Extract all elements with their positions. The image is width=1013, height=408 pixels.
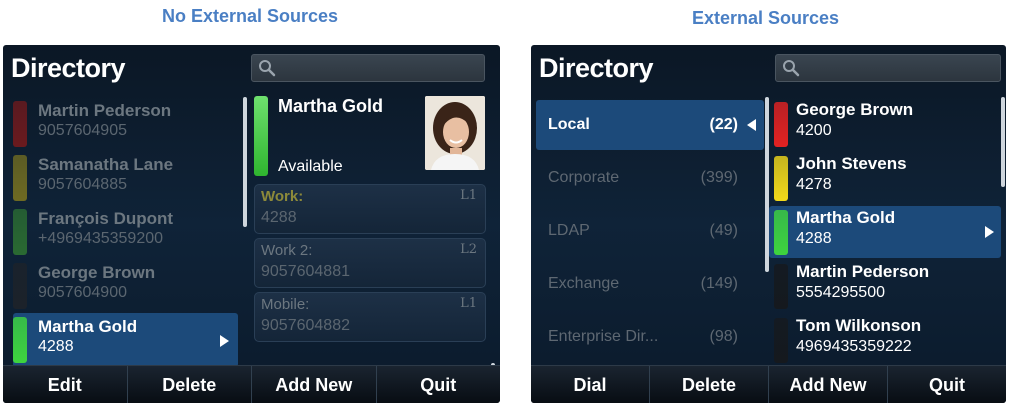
phone-number-card[interactable]: Work 2: L2 9057604881	[254, 238, 486, 288]
presence-indicator	[774, 102, 788, 147]
number-value: 4288	[261, 209, 297, 226]
contact-name: George Brown	[796, 100, 914, 119]
contact-number: 9057604900	[38, 284, 127, 301]
chevron-right-icon	[985, 226, 994, 238]
contact-number: 5554295500	[796, 284, 885, 301]
contact-number: +4969435359200	[38, 230, 164, 247]
presence-indicator	[13, 317, 27, 363]
presence-indicator	[13, 263, 27, 309]
softkey-quit[interactable]: Quit	[377, 366, 501, 403]
source-item[interactable]: LDAP (49)	[536, 206, 764, 256]
caption-no-external-sources: No External Sources	[161, 6, 339, 26]
page-title: Directory	[539, 53, 654, 83]
softkey-delete[interactable]: Delete	[650, 366, 769, 403]
source-item[interactable]: Local (22)	[536, 100, 764, 150]
presence-indicator	[13, 101, 27, 147]
contact-scrollbar[interactable]	[1001, 97, 1005, 187]
list-item[interactable]: Martin Pederson 9057604905	[13, 97, 238, 151]
phone-screen-no-external: Directory Martin Pederson 9057604905 Saman…	[3, 45, 500, 403]
softkey-edit[interactable]: Edit	[3, 366, 128, 403]
number-label: Work:	[261, 188, 304, 205]
list-item[interactable]: John Stevens 4278	[769, 152, 1001, 204]
softkey-add-new[interactable]: Add New	[252, 366, 377, 403]
phone-screen-external: Directory Local (22) Corporate (399) LDAP (49…	[531, 45, 1006, 403]
chevron-right-icon	[220, 335, 229, 347]
number-value: 9057604882	[261, 317, 350, 334]
contact-name: Martha Gold	[278, 96, 384, 116]
contact-number: 4288	[38, 338, 74, 355]
source-name: Local	[548, 116, 590, 133]
number-label: Mobile:	[261, 296, 310, 313]
presence-indicator	[774, 156, 788, 201]
source-item[interactable]: Exchange (149)	[536, 259, 764, 309]
presence-indicator	[254, 96, 268, 176]
contact-number: 9057604905	[38, 122, 127, 139]
list-item[interactable]: François Dupont +4969435359200	[13, 205, 238, 259]
softkey-bar: Edit Delete Add New Quit	[3, 365, 500, 403]
search-icon	[259, 60, 276, 77]
source-count: (98)	[709, 328, 738, 345]
list-item[interactable]: Tom Wilkonson 4969435359222	[769, 314, 1001, 366]
contact-name: Martin Pederson	[796, 262, 930, 281]
contact-number: 4288	[796, 230, 832, 247]
contact-photo	[425, 96, 485, 170]
contact-name: Martha Gold	[38, 317, 138, 336]
number-value: 9057604881	[261, 263, 350, 280]
softkey-bar: Dial Delete Add New Quit	[531, 365, 1006, 403]
contact-number: 4969435359222	[796, 338, 912, 355]
presence-indicator	[13, 209, 27, 255]
search-icon	[783, 60, 800, 77]
contact-name: Samanatha Lane	[38, 155, 174, 174]
softkey-delete[interactable]: Delete	[128, 366, 252, 403]
presence-status: Available	[278, 158, 343, 175]
list-item[interactable]: George Brown 4200	[769, 98, 1001, 150]
source-count: (399)	[700, 169, 738, 186]
scrollbar[interactable]	[243, 97, 247, 227]
presence-indicator	[774, 318, 788, 363]
search-input[interactable]	[251, 54, 485, 82]
contact-number: 9057604885	[38, 176, 127, 193]
list-item[interactable]: George Brown 9057604900	[13, 259, 238, 313]
presence-indicator	[774, 210, 788, 255]
page-title: Directory	[11, 53, 126, 83]
source-count: (149)	[700, 275, 738, 292]
line-indicator: L1	[460, 296, 477, 311]
contact-name: George Brown	[38, 263, 156, 282]
source-name: Enterprise Dir...	[548, 328, 659, 345]
source-item[interactable]: Corporate (399)	[536, 153, 764, 203]
presence-indicator	[774, 264, 788, 309]
list-item[interactable]: Martha Gold 4288	[13, 313, 238, 367]
line-indicator: L1	[460, 188, 477, 203]
source-count: (22)	[709, 116, 738, 133]
caption-external-sources: External Sources	[691, 8, 840, 28]
number-label: Work 2:	[261, 242, 313, 259]
chevron-left-icon	[747, 119, 756, 131]
contact-name: Tom Wilkonson	[796, 316, 922, 335]
source-item[interactable]: Enterprise Dir... (98)	[536, 312, 764, 362]
list-item[interactable]: Martin Pederson 5554295500	[769, 260, 1001, 312]
contact-name: Martin Pederson	[38, 101, 172, 120]
presence-indicator	[13, 155, 27, 201]
phone-number-card[interactable]: Mobile: L1 9057604882	[254, 292, 486, 342]
source-name: Exchange	[548, 275, 620, 292]
list-item[interactable]: Martha Gold 4288	[769, 206, 1001, 258]
phone-number-card[interactable]: Work: L1 4288	[254, 184, 486, 234]
softkey-dial[interactable]: Dial	[531, 366, 650, 403]
search-input[interactable]	[775, 54, 1001, 82]
source-name: LDAP	[548, 222, 590, 239]
softkey-add-new[interactable]: Add New	[769, 366, 888, 403]
contact-number: 4278	[796, 176, 832, 193]
softkey-quit[interactable]: Quit	[888, 366, 1006, 403]
line-indicator: L2	[460, 242, 477, 257]
contact-number: 4200	[796, 122, 832, 139]
source-count: (49)	[709, 222, 738, 239]
source-name: Corporate	[548, 169, 620, 186]
list-item[interactable]: Samanatha Lane 9057604885	[13, 151, 238, 205]
contact-name: Martha Gold	[796, 208, 896, 227]
contact-name: John Stevens	[796, 154, 907, 173]
contact-name: François Dupont	[38, 209, 174, 228]
